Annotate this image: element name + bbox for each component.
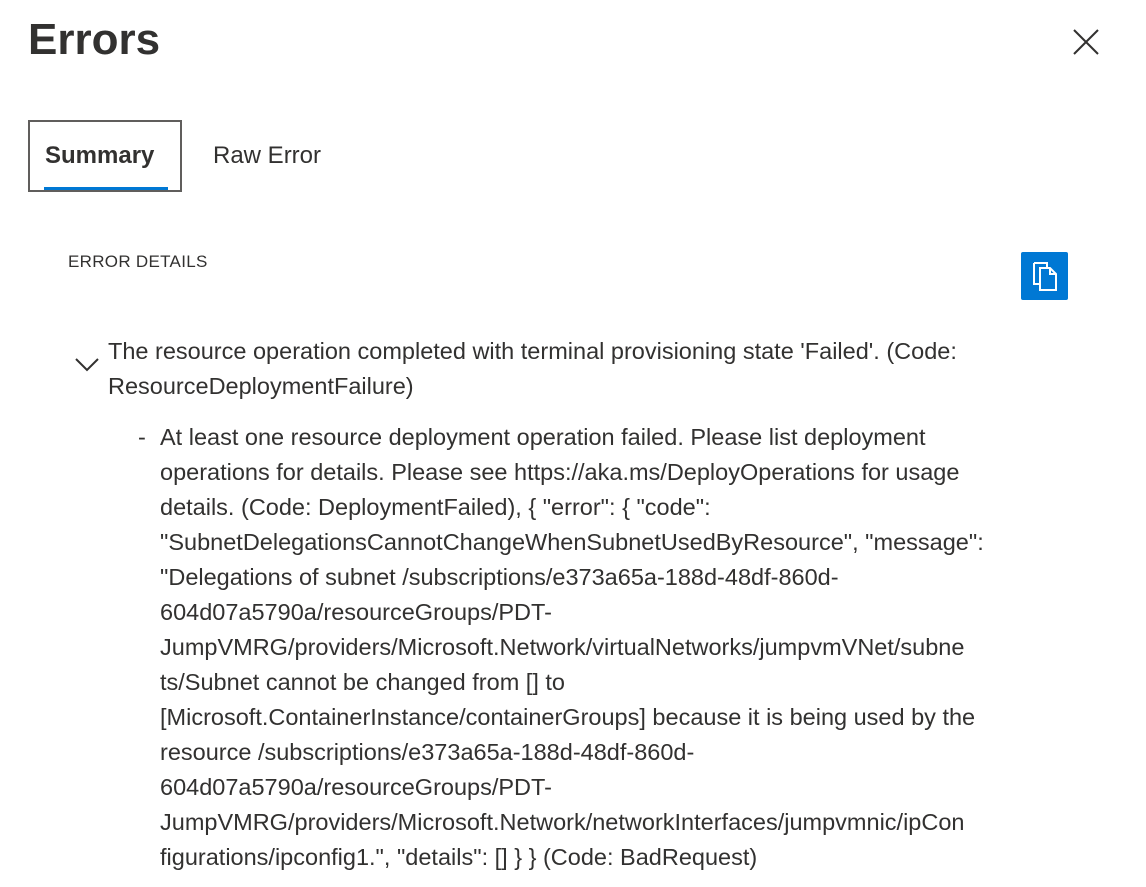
detail-bullet: - [138,424,146,450]
tab-raw-error-label: Raw Error [213,142,322,169]
error-message: The resource operation completed with te… [108,338,957,399]
detail-line: JumpVMRG/providers/Microsoft.Network/net… [160,809,965,835]
detail-line: 604d07a5790a/resourceGroups/PDT- [160,599,552,625]
tab-selected-indicator [44,187,168,190]
detail-line: "Delegations of subnet /subscriptions/e3… [160,564,839,590]
page-title: Errors [28,15,161,64]
detail-line: details. (Code: DeploymentFailed), { "er… [160,494,711,520]
tab-summary-label: Summary [45,142,155,169]
detail-line: 604d07a5790a/resourceGroups/PDT- [160,774,552,800]
copy-icon [1032,262,1057,291]
close-button[interactable] [1064,20,1108,64]
detail-line: figurations/ipconfig1.", "details": [] }… [160,844,758,870]
detail-line: JumpVMRG/providers/Microsoft.Network/vir… [160,634,965,660]
tab-bar: Summary Raw Error [28,120,321,192]
chevron-down-icon [75,358,99,372]
close-icon [1073,29,1099,55]
tab-summary[interactable]: Summary [28,120,182,192]
collapse-toggle[interactable] [74,355,100,373]
detail-line: At least one resource deployment operati… [160,424,926,450]
detail-line: operations for details. Please see https… [160,459,960,485]
detail-line: ts/Subnet cannot be changed from [] to [160,669,565,695]
error-details-heading: ERROR DETAILS [68,252,208,271]
detail-line: [Microsoft.ContainerInstance/containerGr… [160,704,976,730]
tab-raw-error[interactable]: Raw Error [182,120,321,192]
detail-line: "SubnetDelegationsCannotChangeWhenSubnet… [160,529,984,555]
detail-line: resource /subscriptions/e373a65a-188d-48… [160,739,695,765]
error-detail-message: At least one resource deployment operati… [160,420,1070,875]
copy-button[interactable] [1021,252,1068,300]
